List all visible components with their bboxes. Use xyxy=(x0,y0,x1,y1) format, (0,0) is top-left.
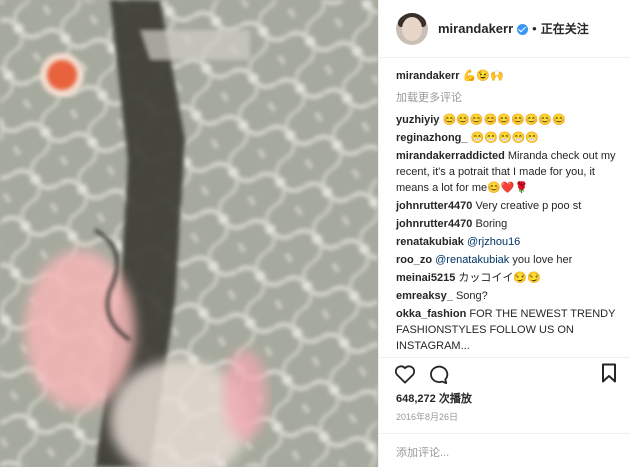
add-comment-area xyxy=(379,433,630,467)
comment-text: Very creative p poo st xyxy=(475,200,582,212)
video-frame xyxy=(0,0,378,467)
header-username[interactable]: mirandakerr xyxy=(438,21,513,36)
view-count[interactable]: 648,272 次播放 xyxy=(396,390,472,406)
comment-username[interactable]: renatakubiak xyxy=(396,236,464,248)
comment-item: emreaksy_ Song? xyxy=(396,288,624,304)
comment-text: 😁😁😁😁😁 xyxy=(470,132,540,144)
post-header: mirandakerr • 正在关注 xyxy=(379,0,630,58)
comment-username[interactable]: reginazhong_ xyxy=(396,132,468,144)
comment-item: johnrutter4470 Very creative p poo st xyxy=(396,198,624,214)
comment-text: Boring xyxy=(475,218,508,230)
comment-item: roo_zo @renatakubiak you love her xyxy=(396,252,624,268)
comment-bubble-icon[interactable] xyxy=(427,364,449,384)
comment-username[interactable]: mirandakerraddicted xyxy=(396,150,505,162)
comment-username[interactable]: roo_zo xyxy=(396,254,432,266)
comment-text: you love her xyxy=(509,254,573,266)
comment-username[interactable]: emreaksy_ xyxy=(396,290,453,302)
action-bar xyxy=(379,357,630,389)
bookmark-icon[interactable] xyxy=(601,363,617,383)
verified-badge-icon xyxy=(517,24,529,35)
comment-item: meinai5215 カッコイイ😏😏 xyxy=(396,270,624,286)
instagram-post: mirandakerr • 正在关注 mirandakerr 💪😉🙌 加载更多评… xyxy=(0,0,630,467)
load-more-comments-link[interactable]: 加载更多评论 xyxy=(396,90,624,106)
post-video[interactable] xyxy=(0,0,378,467)
comment-item: mirandakerraddicted Miranda check out my… xyxy=(396,148,624,196)
heart-icon[interactable] xyxy=(394,364,416,384)
comment-username[interactable]: okka_fashion xyxy=(396,308,466,320)
comment-text: Song? xyxy=(455,290,488,302)
comment-username[interactable]: johnrutter4470 xyxy=(396,200,472,212)
comment-item: renatakubiak @rjzhou16 xyxy=(396,234,624,250)
comment-item: johnrutter4470 Boring xyxy=(396,216,624,232)
comment-username[interactable]: meinai5215 xyxy=(396,272,455,284)
caption-username[interactable]: mirandakerr xyxy=(396,70,460,82)
following-button[interactable]: 正在关注 xyxy=(541,20,589,37)
comment-text: 😊😊😊😊😊😊😊😊😊 xyxy=(442,114,566,126)
comment-input[interactable] xyxy=(396,447,614,459)
post-side-panel: mirandakerr • 正在关注 mirandakerr 💪😉🙌 加载更多评… xyxy=(378,0,630,467)
comment-mention[interactable]: @renatakubiak xyxy=(435,254,509,266)
caption-text: 💪😉🙌 xyxy=(462,70,504,82)
post-date[interactable]: 2016年8月26日 xyxy=(396,410,458,423)
caption: mirandakerr 💪😉🙌 xyxy=(396,68,624,84)
view-count-label: 次播放 xyxy=(438,393,472,405)
header-separator: • xyxy=(532,21,537,36)
comment-item: okka_fashion FOR THE NEWEST TRENDY FASHI… xyxy=(396,306,624,354)
comment-item: reginazhong_ 😁😁😁😁😁 xyxy=(396,130,624,146)
comment-username[interactable]: johnrutter4470 xyxy=(396,218,472,230)
comment-mention[interactable]: @rjzhou16 xyxy=(467,236,520,248)
comment-list: mirandakerr 💪😉🙌 加载更多评论 yuzhiyiy 😊😊😊😊😊😊😊😊… xyxy=(396,64,624,356)
comment-username[interactable]: yuzhiyiy xyxy=(396,114,439,126)
avatar[interactable] xyxy=(396,12,428,45)
comment-item: yuzhiyiy 😊😊😊😊😊😊😊😊😊 xyxy=(396,112,624,128)
comment-text: カッコイイ😏😏 xyxy=(458,272,541,284)
view-count-number: 648,272 xyxy=(396,393,436,405)
